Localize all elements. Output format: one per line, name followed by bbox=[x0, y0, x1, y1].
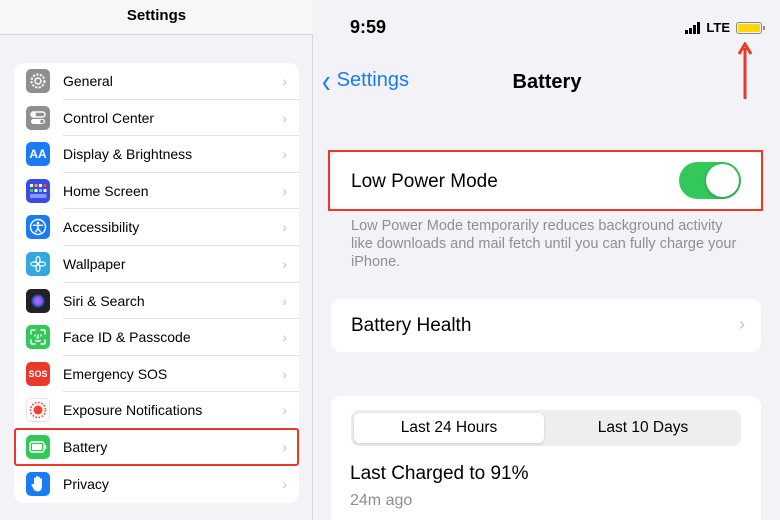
status-time: 9:59 bbox=[350, 17, 387, 37]
sidebar-item-label: Exposure Notifications bbox=[63, 402, 203, 419]
time-range-segmented-control: Last 24 Hours Last 10 Days bbox=[351, 410, 741, 446]
chevron-right-icon: › bbox=[282, 475, 287, 492]
face-id-icon bbox=[26, 325, 50, 350]
app-grid-icon bbox=[26, 178, 50, 203]
chevron-right-icon: › bbox=[282, 292, 287, 309]
chevron-right-icon: › bbox=[282, 256, 287, 272]
text-size-icon: AA bbox=[26, 142, 50, 167]
siri-icon bbox=[26, 288, 50, 313]
sidebar-item-label: Privacy bbox=[63, 475, 109, 492]
battery-usage-card: Last 24 Hours Last 10 Days Last Charged … bbox=[331, 396, 761, 520]
battery-highlight-box bbox=[14, 428, 299, 466]
sidebar-item-siri-search[interactable]: Siri & Search › bbox=[14, 283, 299, 320]
sos-icon: SOS bbox=[26, 361, 50, 386]
chevron-right-icon: › bbox=[282, 329, 287, 346]
sidebar-item-exposure-notifications[interactable]: Exposure Notifications › bbox=[14, 392, 299, 429]
low-power-mode-description: Low Power Mode temporarily reduces backg… bbox=[351, 218, 737, 270]
last-charged-time: 24m ago bbox=[350, 492, 413, 509]
sidebar-item-control-center[interactable]: Control Center › bbox=[14, 100, 299, 137]
sidebar-item-wallpaper[interactable]: Wallpaper › bbox=[14, 246, 299, 283]
battery-health-row[interactable]: Battery Health › bbox=[331, 299, 761, 352]
chevron-right-icon: › bbox=[282, 182, 287, 199]
settings-sidebar: Settings General › Control Center › AA D… bbox=[0, 0, 313, 520]
chevron-right-icon: › bbox=[282, 146, 287, 163]
chevron-right-icon: › bbox=[282, 365, 287, 382]
last-charged-text: Last Charged to 91% bbox=[350, 463, 529, 484]
battery-health-label: Battery Health bbox=[351, 315, 472, 336]
sidebar-item-label: Face ID & Passcode bbox=[63, 329, 191, 346]
sidebar-title: Settings bbox=[126, 7, 187, 24]
sidebar-item-display-brightness[interactable]: AA Display & Brightness › bbox=[14, 136, 299, 173]
gear-icon bbox=[26, 69, 50, 93]
sidebar-item-label: General bbox=[63, 73, 113, 89]
chevron-right-icon: › bbox=[282, 73, 287, 89]
sidebar-item-privacy[interactable]: Privacy › bbox=[14, 466, 299, 503]
status-bar-icons: LTE bbox=[685, 20, 765, 35]
sidebar-item-label: Display & Brightness bbox=[63, 146, 193, 163]
sidebar-item-general[interactable]: General › bbox=[14, 63, 299, 100]
tab-last-10-days[interactable]: Last 10 Days bbox=[548, 413, 738, 443]
sidebar-item-emergency-sos[interactable]: SOS Emergency SOS › bbox=[14, 356, 299, 393]
sidebar-item-label: Siri & Search bbox=[63, 292, 145, 309]
sidebar-item-home-screen[interactable]: Home Screen › bbox=[14, 173, 299, 210]
chevron-right-icon: › bbox=[282, 109, 287, 126]
cellular-signal-icon bbox=[685, 21, 701, 34]
sidebar-item-accessibility[interactable]: Accessibility › bbox=[14, 209, 299, 246]
toggles-icon bbox=[26, 105, 50, 130]
chevron-right-icon: › bbox=[739, 314, 745, 334]
sidebar-item-label: Home Screen bbox=[63, 182, 149, 199]
chevron-right-icon: › bbox=[282, 402, 287, 419]
sidebar-item-label: Control Center bbox=[63, 109, 155, 126]
battery-status-icon bbox=[736, 21, 765, 34]
exposure-icon bbox=[26, 398, 50, 423]
battery-detail-pane: 9:59 LTE ‹ Settings Battery Low Power Mo… bbox=[314, 0, 780, 520]
sidebar-item-label: Emergency SOS bbox=[63, 365, 168, 382]
network-type: LTE bbox=[706, 20, 730, 35]
low-power-highlight-box bbox=[328, 150, 763, 211]
chevron-right-icon: › bbox=[282, 219, 287, 236]
hand-icon bbox=[26, 471, 50, 496]
tab-last-24-hours[interactable]: Last 24 Hours bbox=[354, 413, 544, 443]
sidebar-item-label: Wallpaper bbox=[63, 256, 126, 272]
sidebar-item-label: Accessibility bbox=[63, 219, 140, 236]
sidebar-item-face-id[interactable]: Face ID & Passcode › bbox=[14, 319, 299, 356]
flower-icon bbox=[26, 252, 50, 276]
sidebar-header: Settings bbox=[0, 0, 313, 35]
accessibility-icon bbox=[26, 215, 50, 240]
page-title: Battery bbox=[512, 71, 582, 93]
